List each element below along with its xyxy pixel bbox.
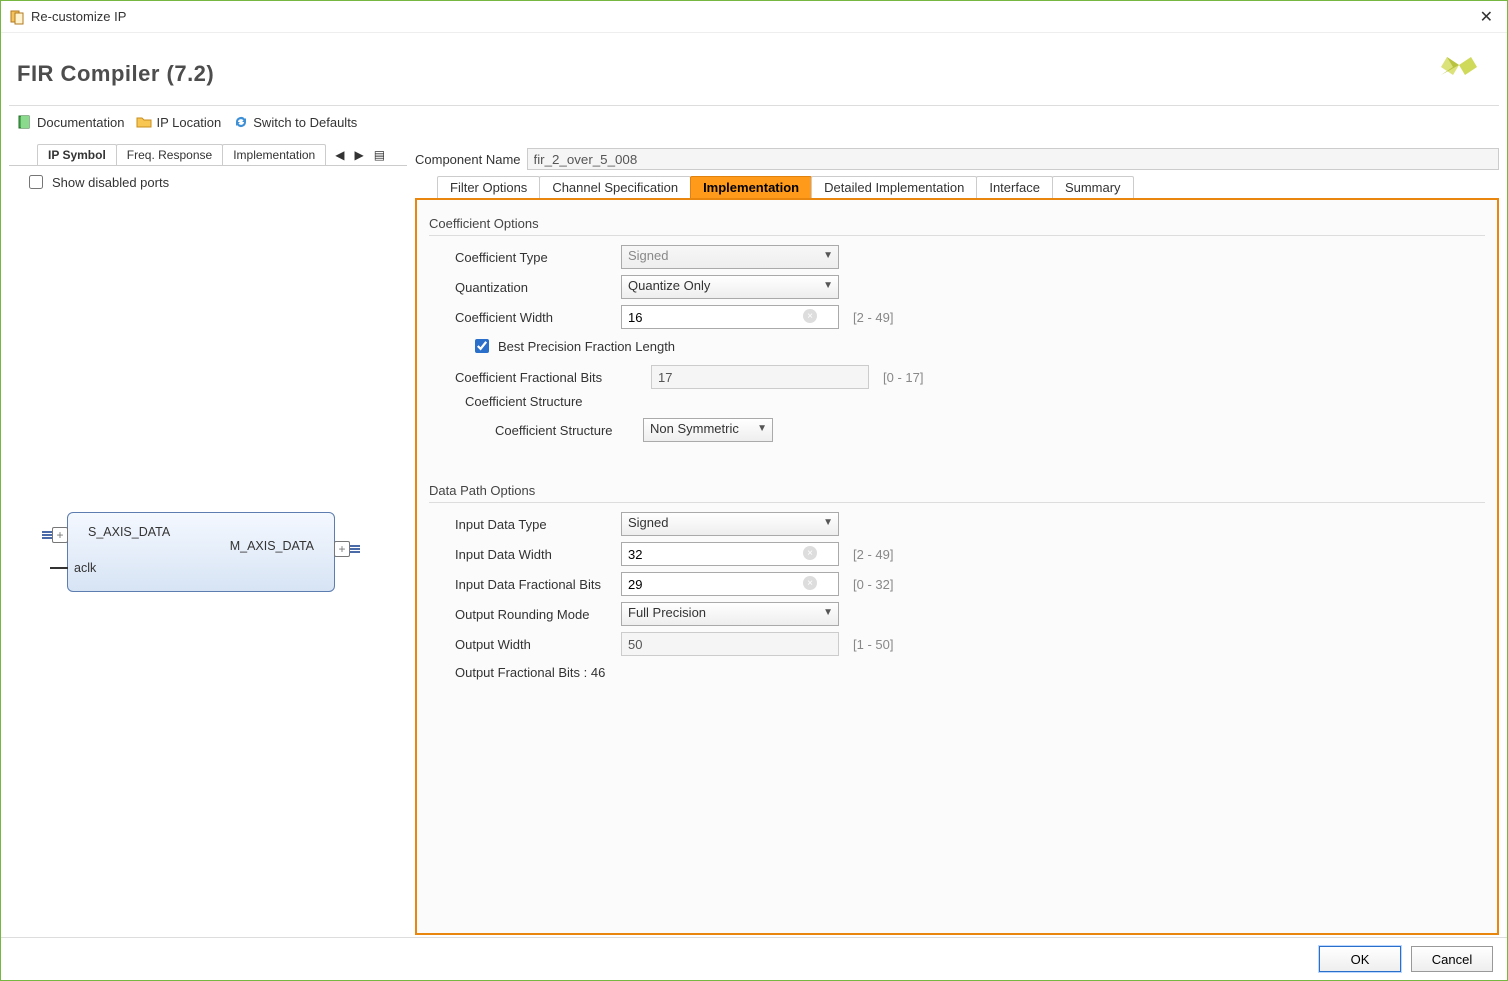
app-icon — [9, 9, 25, 25]
page-title: FIR Compiler (7.2) — [17, 61, 1433, 87]
row-best-precision: Best Precision Fraction Length — [471, 336, 1485, 356]
tab-summary[interactable]: Summary — [1052, 176, 1134, 198]
input-data-frac-bits-label: Input Data Fractional Bits — [455, 577, 613, 592]
quantization-select[interactable]: Quantize Only — [621, 275, 839, 299]
ok-button[interactable]: OK — [1319, 946, 1401, 972]
output-width-hint: [1 - 50] — [853, 637, 893, 652]
clear-icon[interactable]: × — [803, 576, 817, 590]
tab-prev-icon[interactable]: ◀ — [333, 148, 346, 162]
best-precision-checkbox[interactable] — [475, 339, 489, 353]
titlebar: Re-customize IP ✕ — [1, 1, 1507, 33]
window-title: Re-customize IP — [31, 9, 1474, 24]
quantization-label: Quantization — [455, 280, 613, 295]
show-disabled-ports-label: Show disabled ports — [52, 175, 169, 190]
tab-channel-spec[interactable]: Channel Specification — [539, 176, 691, 198]
clear-icon[interactable]: × — [803, 546, 817, 560]
close-icon[interactable]: ✕ — [1474, 7, 1499, 27]
plus-icon[interactable]: + — [52, 527, 68, 543]
output-fractional-bits-text: Output Fractional Bits : 46 — [455, 665, 1485, 680]
left-pane: IP Symbol Freq. Response Implementation … — [9, 144, 415, 935]
row-output-rounding: Output Rounding Mode Full Precision ▼ — [455, 601, 1485, 627]
ip-symbol-canvas[interactable]: + S_AXIS_DATA aclk + M_AXIS_DATA — [9, 198, 407, 935]
port-aclk — [50, 567, 68, 569]
ip-block: + S_AXIS_DATA aclk + M_AXIS_DATA — [67, 512, 335, 592]
row-coefficient-width: Coefficient Width × [2 - 49] — [455, 304, 1485, 330]
ip-location-link[interactable]: IP Location — [132, 112, 225, 132]
component-name-label: Component Name — [415, 152, 521, 167]
row-coefficient-type: Coefficient Type Signed ▼ — [455, 244, 1485, 270]
header: FIR Compiler (7.2) — [1, 33, 1507, 105]
tab-detailed-implementation[interactable]: Detailed Implementation — [811, 176, 977, 198]
plus-icon[interactable]: + — [334, 541, 350, 557]
aclk-label: aclk — [74, 561, 96, 575]
body: IP Symbol Freq. Response Implementation … — [1, 138, 1507, 937]
left-tab-nav: ◀ ▶ ▤ — [333, 148, 387, 162]
refresh-icon — [233, 114, 249, 130]
section-data-path-options: Data Path Options — [429, 477, 1485, 503]
row-coeff-fractional-bits: Coefficient Fractional Bits [0 - 17] — [455, 364, 1485, 390]
tab-implementation-left[interactable]: Implementation — [222, 144, 326, 165]
coeff-fractional-bits-input — [651, 365, 869, 389]
tab-freq-response[interactable]: Freq. Response — [116, 144, 223, 165]
switch-defaults-link[interactable]: Switch to Defaults — [229, 112, 361, 132]
row-input-data-type: Input Data Type Signed ▼ — [455, 511, 1485, 537]
row-input-data-frac-bits: Input Data Fractional Bits × [0 - 32] — [455, 571, 1485, 597]
port-in-label: S_AXIS_DATA — [88, 525, 170, 539]
coeff-structure-title: Coefficient Structure — [465, 394, 1485, 409]
best-precision-label: Best Precision Fraction Length — [498, 339, 675, 354]
folder-icon — [136, 114, 152, 130]
show-disabled-ports-row: Show disabled ports — [9, 165, 407, 198]
coeff-fractional-bits-label: Coefficient Fractional Bits — [455, 370, 643, 385]
cancel-button[interactable]: Cancel — [1411, 946, 1493, 972]
input-data-width-label: Input Data Width — [455, 547, 613, 562]
section-coefficient-options: Coefficient Options — [429, 210, 1485, 236]
tab-list-icon[interactable]: ▤ — [372, 148, 387, 162]
tab-interface[interactable]: Interface — [976, 176, 1053, 198]
port-s-axis-data: + — [42, 527, 68, 543]
coefficient-width-hint: [2 - 49] — [853, 310, 893, 325]
action-toolbar: Documentation IP Location Switch to Defa… — [1, 106, 1507, 138]
right-pane: Component Name Filter Options Channel Sp… — [415, 144, 1499, 935]
output-width-label: Output Width — [455, 637, 613, 652]
vendor-logo — [1433, 45, 1485, 97]
output-rounding-select[interactable]: Full Precision — [621, 602, 839, 626]
switch-defaults-label: Switch to Defaults — [253, 115, 357, 130]
clear-icon[interactable]: × — [803, 309, 817, 323]
row-quantization: Quantization Quantize Only ▼ — [455, 274, 1485, 300]
output-width-input — [621, 632, 839, 656]
input-data-type-select[interactable]: Signed — [621, 512, 839, 536]
port-out-label: M_AXIS_DATA — [230, 539, 314, 553]
left-tabs: IP Symbol Freq. Response Implementation … — [9, 144, 407, 165]
documentation-link[interactable]: Documentation — [13, 112, 128, 132]
tab-next-icon[interactable]: ▶ — [352, 148, 365, 162]
coeff-structure-select[interactable]: Non Symmetric — [643, 418, 773, 442]
component-name-row: Component Name — [415, 144, 1499, 176]
output-rounding-label: Output Rounding Mode — [455, 607, 613, 622]
config-tabs: Filter Options Channel Specification Imp… — [415, 176, 1499, 198]
ip-location-label: IP Location — [156, 115, 221, 130]
dialog-footer: OK Cancel — [1, 937, 1507, 980]
config-panel: Coefficient Options Coefficient Type Sig… — [415, 198, 1499, 935]
book-icon — [17, 114, 33, 130]
input-data-width-hint: [2 - 49] — [853, 547, 893, 562]
tab-implementation[interactable]: Implementation — [690, 176, 812, 198]
row-coeff-structure: Coefficient Structure Non Symmetric ▼ — [495, 417, 1485, 443]
input-data-frac-bits-hint: [0 - 32] — [853, 577, 893, 592]
input-data-type-label: Input Data Type — [455, 517, 613, 532]
documentation-label: Documentation — [37, 115, 124, 130]
row-input-data-width: Input Data Width × [2 - 49] — [455, 541, 1485, 567]
coefficient-type-label: Coefficient Type — [455, 250, 613, 265]
coefficient-width-label: Coefficient Width — [455, 310, 613, 325]
coeff-fractional-bits-hint: [0 - 17] — [883, 370, 923, 385]
coeff-structure-label: Coefficient Structure — [495, 423, 635, 438]
show-disabled-ports-checkbox[interactable] — [29, 175, 43, 189]
coefficient-type-select: Signed — [621, 245, 839, 269]
tab-filter-options[interactable]: Filter Options — [437, 176, 540, 198]
tab-ip-symbol[interactable]: IP Symbol — [37, 144, 117, 165]
row-output-width: Output Width [1 - 50] — [455, 631, 1485, 657]
app-window: Re-customize IP ✕ FIR Compiler (7.2) Doc… — [0, 0, 1508, 981]
port-m-axis-data: + — [334, 541, 360, 557]
component-name-input — [527, 148, 1500, 170]
